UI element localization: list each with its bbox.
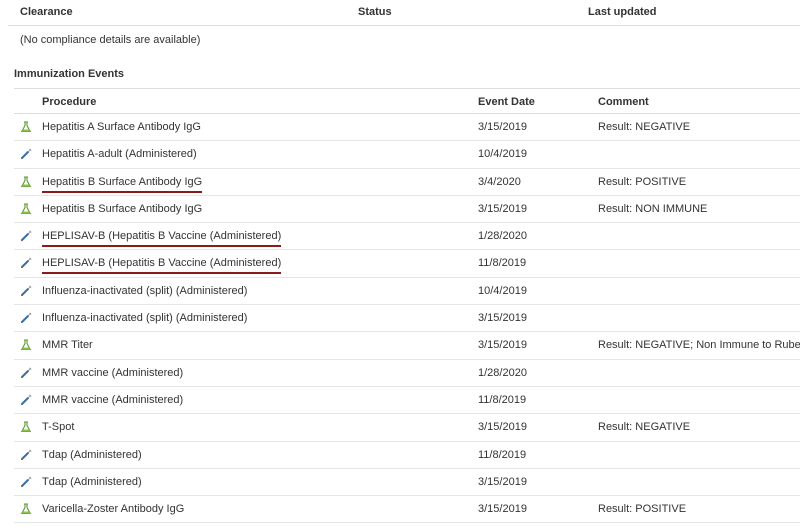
immunization-table-body: Hepatitis A Surface Antibody IgG 3/15/201… xyxy=(14,114,800,524)
event-date-cell: 3/15/2019 xyxy=(478,312,527,325)
procedure-cell: T-Spot xyxy=(42,421,75,434)
table-row: Influenza-inactivated (split) (Administe… xyxy=(14,278,800,306)
event-date-cell: 3/4/2020 xyxy=(478,175,521,188)
procedure-cell: MMR Titer xyxy=(42,339,93,352)
comment-column-header: Comment xyxy=(598,96,649,108)
syringe-icon xyxy=(20,148,32,160)
syringe-icon xyxy=(20,285,32,297)
event-date-cell: 3/15/2019 xyxy=(478,475,527,488)
immunization-table-header: Procedure Event Date Comment xyxy=(14,88,800,114)
procedure-cell: Influenza-inactivated (split) (Administe… xyxy=(42,312,248,325)
comment-cell: Result: NEGATIVE; Non Immune to Rubeola xyxy=(598,339,800,352)
clearance-table-header: Clearance Status Last updated xyxy=(8,0,800,26)
procedure-cell: MMR vaccine (Administered) xyxy=(42,393,184,406)
table-row: Hepatitis A Surface Antibody IgG 3/15/201… xyxy=(14,114,800,142)
table-row: Hepatitis B Surface Antibody IgG 3/4/2020… xyxy=(14,169,800,196)
table-row: Hepatitis A-adult (Administered) 10/4/201… xyxy=(14,141,800,169)
comment-cell: Result: NEGATIVE xyxy=(598,421,691,434)
procedure-cell: Hepatitis B Surface Antibody IgG xyxy=(42,202,203,215)
table-row: Tdap (Administered) 11/8/2019 xyxy=(14,442,800,469)
table-row: Varicella-Zoster Antibody IgG 3/15/2019 Re… xyxy=(14,496,800,524)
flask-icon xyxy=(20,503,32,515)
syringe-icon xyxy=(20,476,32,488)
event-date-cell: 11/8/2019 xyxy=(478,257,527,270)
comment-cell: Result: POSITIVE xyxy=(598,503,687,516)
procedure-cell: HEPLISAV-B (Hepatitis B Vaccine (Adminis… xyxy=(42,257,282,275)
event-date-cell: 11/8/2019 xyxy=(478,393,527,406)
syringe-icon xyxy=(20,230,32,242)
procedure-cell: Hepatitis A-adult (Administered) xyxy=(42,148,197,161)
syringe-icon xyxy=(20,367,32,379)
table-row: HEPLISAV-B (Hepatitis B Vaccine (Adminis… xyxy=(14,250,800,278)
event-date-cell: 3/15/2019 xyxy=(478,202,527,215)
table-row: Tdap (Administered) 3/15/2019 xyxy=(14,469,800,497)
event-date-cell: 1/28/2020 xyxy=(478,366,527,379)
syringe-icon xyxy=(20,312,32,324)
event-date-cell: 10/4/2019 xyxy=(478,284,527,297)
table-row: Influenza-inactivated (split) (Administe… xyxy=(14,305,800,333)
flask-icon xyxy=(20,421,32,433)
procedure-cell: Varicella-Zoster Antibody IgG xyxy=(42,503,185,516)
table-row: HEPLISAV-B (Hepatitis B Vaccine (Adminis… xyxy=(14,223,800,251)
event-date-cell: 3/15/2019 xyxy=(478,121,527,133)
procedure-cell: Hepatitis A Surface Antibody IgG xyxy=(42,121,201,133)
last-updated-column-header: Last updated xyxy=(588,6,657,18)
comment-cell: Result: NON IMMUNE xyxy=(598,202,708,215)
immunization-events-title: Immunization Events xyxy=(14,68,125,80)
flask-icon xyxy=(20,339,32,351)
event-date-cell: 3/15/2019 xyxy=(478,503,527,516)
procedure-cell: Tdap (Administered) xyxy=(42,448,142,461)
comment-cell: Result: NEGATIVE xyxy=(598,121,691,133)
table-row: MMR Titer 3/15/2019 Result: NEGATIVE; Non … xyxy=(14,332,800,360)
comment-cell: Result: POSITIVE xyxy=(598,175,687,188)
event-date-cell: 3/15/2019 xyxy=(478,339,527,352)
procedure-cell: Influenza-inactivated (split) (Administe… xyxy=(42,284,248,297)
syringe-icon xyxy=(20,257,32,269)
event-date-cell: 10/4/2019 xyxy=(478,148,527,161)
procedure-cell: Tdap (Administered) xyxy=(42,475,142,488)
flask-icon xyxy=(20,203,32,215)
event-date-cell: 1/28/2020 xyxy=(478,230,527,243)
procedure-column-header: Procedure xyxy=(42,96,97,108)
flask-icon xyxy=(20,121,32,133)
syringe-icon xyxy=(20,394,32,406)
syringe-icon xyxy=(20,449,32,461)
procedure-cell: HEPLISAV-B (Hepatitis B Vaccine (Adminis… xyxy=(42,230,282,248)
clearance-column-header: Clearance xyxy=(20,6,73,18)
procedure-cell: Hepatitis B Surface Antibody IgG xyxy=(42,176,203,193)
table-row: MMR vaccine (Administered) 11/8/2019 xyxy=(14,387,800,415)
procedure-cell: MMR vaccine (Administered) xyxy=(42,366,184,379)
event-date-cell: 11/8/2019 xyxy=(478,448,527,461)
flask-icon xyxy=(20,176,32,188)
table-row: Hepatitis B Surface Antibody IgG 3/15/201… xyxy=(14,196,800,224)
no-compliance-message: (No compliance details are available) xyxy=(20,34,201,46)
table-row: T-Spot 3/15/2019 Result: NEGATIVE xyxy=(14,414,800,442)
table-row: MMR vaccine (Administered) 1/28/2020 xyxy=(14,360,800,387)
event-date-column-header: Event Date xyxy=(478,96,535,108)
status-column-header: Status xyxy=(358,6,392,18)
event-date-cell: 3/15/2019 xyxy=(478,421,527,434)
